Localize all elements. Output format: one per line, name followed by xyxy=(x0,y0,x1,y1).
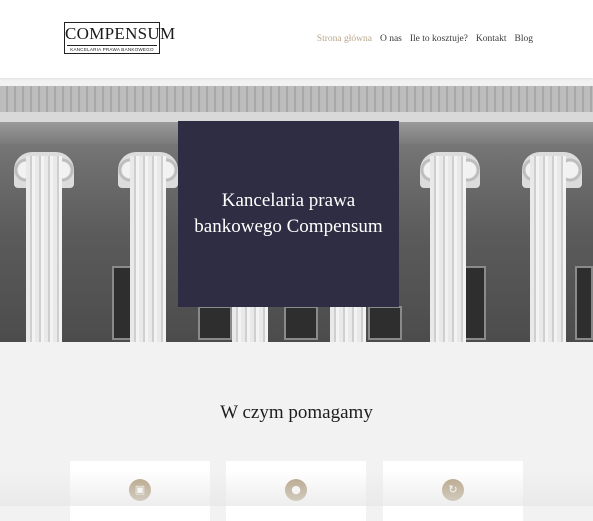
logo-name: COMPENSUM xyxy=(65,24,176,43)
hero-title: Kancelaria prawa bankowego Compensum xyxy=(194,190,383,237)
nav-item-pricing[interactable]: Ile to kosztuje? xyxy=(410,34,468,44)
nav-item-contact[interactable]: Kontakt xyxy=(476,34,507,44)
hero-image-entablature xyxy=(0,86,593,112)
hero-image-column xyxy=(130,156,166,342)
services-title: W czym pomagamy xyxy=(220,402,373,423)
site-header: COMPENSUM KANCELARIA PRAWA BANKOWEGO Str… xyxy=(0,0,593,78)
hero-image-column xyxy=(530,156,566,342)
hero-image-window xyxy=(368,306,402,340)
nav-item-home[interactable]: Strona główna xyxy=(317,34,372,44)
bottom-fade xyxy=(0,470,593,506)
nav-item-about[interactable]: O nas xyxy=(380,34,402,44)
main-nav: Strona główna O nas Ile to kosztuje? Kon… xyxy=(317,34,533,44)
hero-image-column xyxy=(26,156,62,342)
logo-subtitle: KANCELARIA PRAWA BANKOWEGO xyxy=(67,45,157,52)
logo[interactable]: COMPENSUM KANCELARIA PRAWA BANKOWEGO xyxy=(64,22,176,54)
hero-card: Kancelaria prawa bankowego Compensum xyxy=(178,121,399,307)
hero-image-column xyxy=(430,156,466,342)
hero-image-window xyxy=(198,306,232,340)
hero-image-window xyxy=(284,306,318,340)
nav-item-blog[interactable]: Blog xyxy=(515,34,533,44)
hero-image-window xyxy=(575,266,593,340)
